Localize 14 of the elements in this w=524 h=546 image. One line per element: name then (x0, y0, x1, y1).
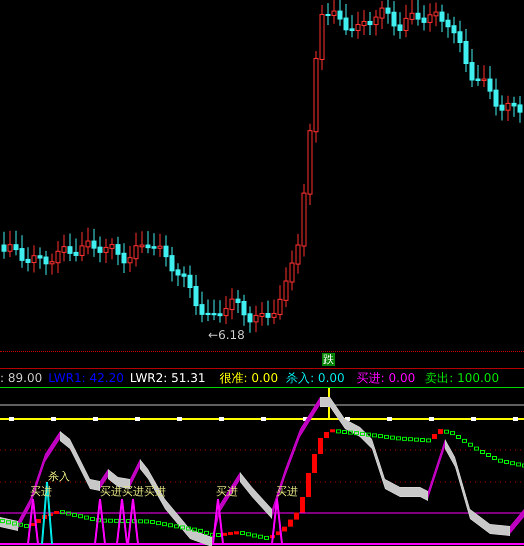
signal-badge: 跌 (322, 353, 335, 366)
arrow-icon: ← (208, 328, 218, 342)
signal-label: 买进 (100, 486, 122, 498)
legend-item: 卖出: 100.00 (425, 370, 500, 386)
legend-item: LWR1: 42.20 (48, 371, 124, 385)
signal-label: 买进 (144, 486, 166, 498)
legend-item: 买进: 0.00 (356, 370, 416, 386)
signal-label: 买进 (122, 486, 144, 498)
low-price-label: 6.18 (218, 328, 245, 342)
signal-label: 杀入 (48, 471, 70, 483)
legend-item: : 89.00 (0, 371, 42, 385)
legend-item: 杀入: 0.00 (286, 370, 345, 386)
legend-item: LWR2: 51.31 (130, 371, 206, 385)
legend-item: 很准: 0.00 (220, 370, 278, 386)
